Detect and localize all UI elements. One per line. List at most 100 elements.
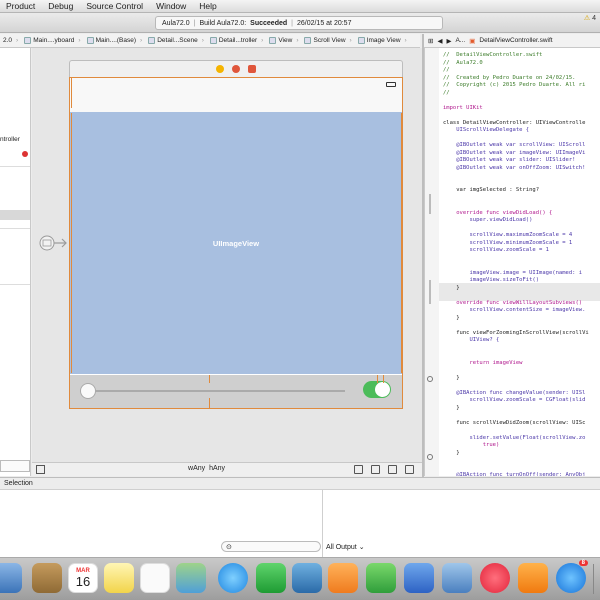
- view-controller-scene[interactable]: UIImageView: [69, 77, 403, 409]
- error-icon: [22, 151, 28, 157]
- back-icon[interactable]: ◀: [437, 37, 442, 45]
- editor-file-name[interactable]: DetailViewController.swift: [479, 37, 552, 44]
- activity-view: Aula72.0 | Build Aula72.0: Succeeded | 2…: [155, 16, 443, 30]
- chevron-right-icon: ›: [201, 37, 204, 44]
- code-line: // DetailViewController.swift: [443, 52, 543, 58]
- jump-bar: 2.0 › Main....yboard › Main....(Base) › Detail…: [0, 34, 420, 48]
- menu-item-debug[interactable]: Debug: [48, 1, 73, 11]
- breadcrumb-item[interactable]: Detail...troller ›: [207, 37, 266, 44]
- code-line: scrollView.minimumZoomScale = 1: [443, 239, 573, 246]
- messages-icon[interactable]: [218, 563, 248, 593]
- chevron-right-icon: ›: [404, 37, 407, 44]
- build-status: Succeeded: [250, 19, 288, 27]
- outline-item[interactable]: ntroller: [0, 136, 30, 146]
- activity-separator: |: [193, 19, 196, 27]
- output-filter-popup[interactable]: All Output ⌄: [326, 543, 365, 551]
- file-icon: [148, 37, 156, 44]
- breadcrumb-item[interactable]: View ›: [266, 37, 301, 44]
- xcode-icon[interactable]: [442, 563, 472, 593]
- size-class-h: Any: [212, 465, 226, 472]
- activity-separator: |: [291, 19, 293, 27]
- maps-icon[interactable]: [176, 563, 206, 593]
- editor-jump-back[interactable]: A...: [455, 37, 465, 44]
- menu-item-window[interactable]: Window: [156, 1, 186, 11]
- warning-icon: ⚠: [583, 15, 591, 22]
- debug-split-divider[interactable]: [322, 490, 323, 558]
- contacts-icon[interactable]: [32, 563, 62, 593]
- menu-item-help[interactable]: Help: [199, 1, 216, 11]
- breadcrumb-item[interactable]: Main....(Base) ›: [84, 37, 146, 44]
- menubar: Product Debug Source Control Window Help: [0, 0, 600, 13]
- calendar-icon[interactable]: MAR 16: [68, 563, 98, 593]
- slider-track[interactable]: [80, 390, 345, 392]
- align-icon[interactable]: [354, 465, 363, 474]
- code-line: super.viewDidLoad(): [443, 217, 533, 223]
- code-line: class DetailViewController: UIViewContro…: [443, 119, 586, 126]
- facetime-icon[interactable]: [256, 563, 286, 593]
- breadcrumb-label: Scroll View: [313, 37, 346, 44]
- notes-icon[interactable]: [104, 563, 134, 593]
- breadcrumb-item[interactable]: Detail...Scene ›: [145, 37, 207, 44]
- constraint-guide: [71, 78, 72, 108]
- outline-divider: [0, 228, 30, 229]
- chevron-right-icon: ›: [140, 37, 143, 44]
- outline-divider: [0, 166, 30, 167]
- constraint-guide: [209, 375, 210, 383]
- code-line: override func viewDidLoad() {: [443, 209, 553, 216]
- code-line: }: [443, 449, 460, 456]
- line-gutter[interactable]: [425, 48, 439, 476]
- pages-icon[interactable]: [328, 563, 358, 593]
- outline-filter-field[interactable]: [0, 460, 30, 472]
- status-bar: [70, 78, 402, 112]
- breadcrumb-label: Image View: [366, 37, 401, 44]
- slider-thumb[interactable]: [80, 383, 96, 399]
- debug-filter-field[interactable]: ⊙: [221, 541, 321, 552]
- forward-icon[interactable]: ▶: [446, 37, 451, 45]
- preview-icon[interactable]: [0, 563, 22, 593]
- keynote-icon[interactable]: [404, 563, 434, 593]
- warning-count: 4: [592, 15, 596, 22]
- pin-icon[interactable]: [371, 465, 380, 474]
- menu-item-product[interactable]: Product: [6, 1, 35, 11]
- resolve-issues-icon[interactable]: [388, 465, 397, 474]
- code-line: imageView.image = UIImage(named: i: [443, 269, 583, 276]
- code-line: @IBOutlet weak var scrollView: UIScroll: [443, 142, 586, 148]
- scene-dock: [69, 60, 403, 77]
- divider-vertical[interactable]: [422, 34, 424, 477]
- breakpoint-marker[interactable]: [427, 454, 433, 460]
- numbers-icon[interactable]: [366, 563, 396, 593]
- filter-icon: ⊙: [226, 544, 232, 551]
- zoom-switch[interactable]: [363, 381, 391, 398]
- file-icon: [269, 37, 277, 44]
- assistant-editor[interactable]: // DetailViewController.swift// Aula72.0…: [424, 48, 600, 476]
- first-responder-icon[interactable]: [232, 65, 240, 73]
- size-class-control[interactable]: wAny hAny: [188, 465, 225, 472]
- breadcrumb-item[interactable]: Image View ›: [355, 37, 410, 44]
- outline-selected-row[interactable]: [0, 210, 30, 220]
- code-line: UIView? {: [443, 337, 500, 343]
- itunes-icon[interactable]: [480, 563, 510, 593]
- breadcrumb-item[interactable]: Scroll View ›: [301, 37, 354, 44]
- breadcrumb-label: Main....(Base): [95, 37, 137, 44]
- warning-indicator[interactable]: ⚠ 4: [584, 14, 596, 22]
- code-line: // Aula72.0: [443, 59, 483, 66]
- breadcrumb-item[interactable]: 2.0 ›: [0, 37, 21, 44]
- related-items-icon[interactable]: ⊞: [428, 37, 433, 45]
- breadcrumb-item[interactable]: Main....yboard ›: [21, 37, 83, 44]
- ibooks-icon[interactable]: [518, 563, 548, 593]
- app-store-icon[interactable]: 8: [556, 560, 588, 593]
- reminders-icon[interactable]: [140, 563, 170, 593]
- photos-icon[interactable]: [292, 563, 322, 593]
- exit-icon[interactable]: [248, 65, 256, 73]
- code-line: @IBAction func changeValue(sender: UISl: [443, 389, 586, 396]
- outline-toggle-icon[interactable]: [36, 465, 45, 474]
- code-line: func scrollViewDidZoom(scrollView: UISc: [443, 419, 586, 426]
- image-view[interactable]: UIImageView: [70, 112, 402, 374]
- editor-jump-bar: ⊞ ◀ ▶ A... ▣ DetailViewController.swift: [424, 34, 600, 48]
- resizing-behavior-icon[interactable]: [405, 465, 414, 474]
- menu-item-source-control[interactable]: Source Control: [86, 1, 143, 11]
- view-controller-icon[interactable]: [216, 65, 224, 73]
- file-icon: [24, 37, 32, 44]
- scheme-name[interactable]: Aula72.0: [162, 20, 190, 27]
- breakpoint-marker[interactable]: [427, 376, 433, 382]
